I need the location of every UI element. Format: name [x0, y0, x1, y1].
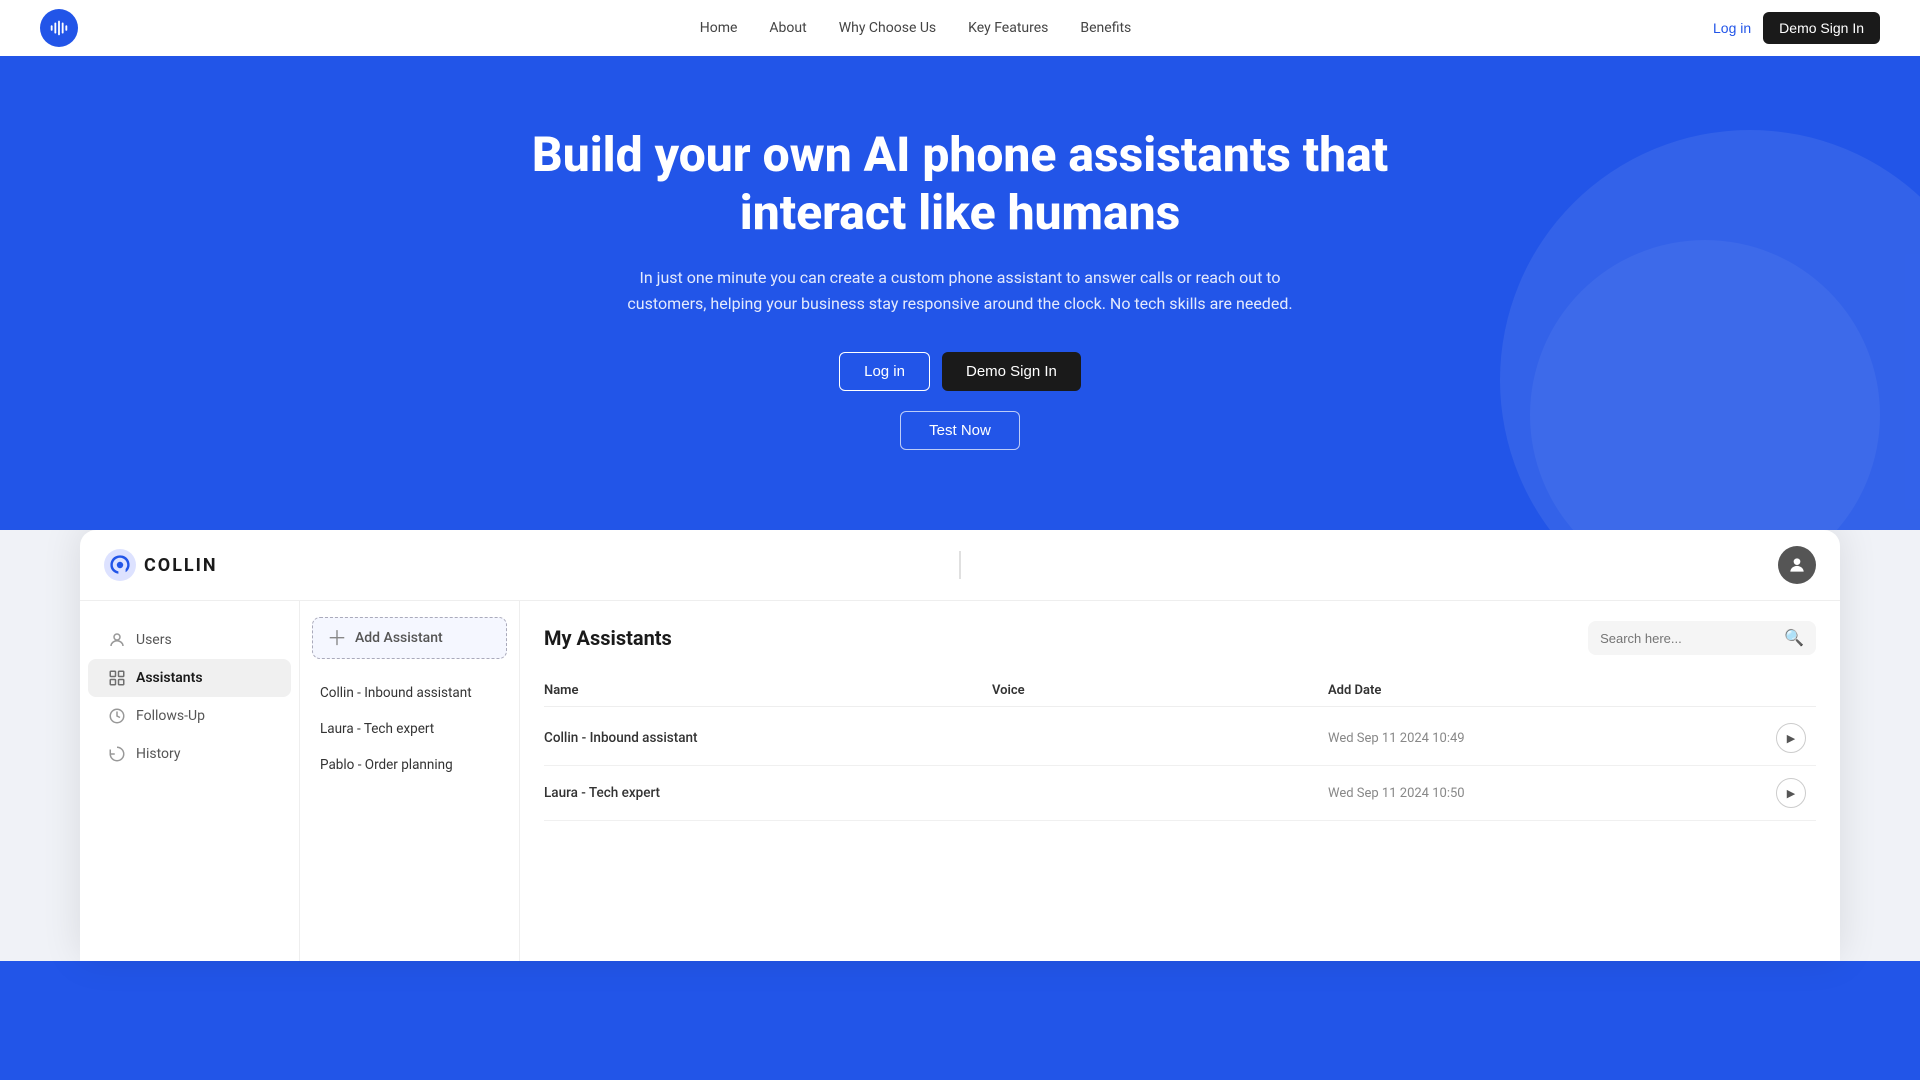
sidebar-item-history[interactable]: History: [88, 735, 291, 773]
sidebar-label-history: History: [136, 746, 181, 762]
hero-headline: Build your own AI phone assistants that …: [530, 126, 1390, 241]
table-row: Laura - Tech expert Wed Sep 11 2024 10:5…: [544, 766, 1816, 821]
navbar-actions: Log in Demo Sign In: [1713, 12, 1880, 44]
nav-home[interactable]: Home: [700, 20, 738, 36]
sidebar-item-assistants[interactable]: Assistants: [88, 659, 291, 697]
col-name: Name: [544, 683, 992, 698]
dashboard-card: COLLIN Users: [80, 530, 1840, 961]
my-assistants-header: My Assistants 🔍: [544, 621, 1816, 655]
row-date-0: Wed Sep 11 2024 10:49: [1328, 731, 1776, 746]
brand-name: COLLIN: [144, 555, 218, 576]
col-action: [1776, 683, 1816, 698]
navbar-demo-button[interactable]: Demo Sign In: [1763, 12, 1880, 44]
header-divider: [959, 551, 961, 579]
row-name-1: Laura - Tech expert: [544, 785, 992, 801]
hero-login-button[interactable]: Log in: [839, 352, 930, 391]
play-button-0[interactable]: ▶: [1776, 723, 1806, 753]
col-voice: Voice: [992, 683, 1328, 698]
dashboard-wrapper: COLLIN Users: [0, 530, 1920, 961]
list-item[interactable]: Pablo - Order planning: [300, 747, 519, 783]
sidebar-item-users[interactable]: Users: [88, 621, 291, 659]
avatar-icon: [1787, 555, 1807, 575]
hero-buttons: Log in Demo Sign In: [20, 352, 1900, 391]
sidebar-label-assistants: Assistants: [136, 670, 203, 686]
sidebar: Users Assistants Follows-Up: [80, 601, 300, 961]
soundwave-icon: [48, 17, 70, 39]
list-item[interactable]: Collin - Inbound assistant: [300, 675, 519, 711]
dash-header: COLLIN: [80, 530, 1840, 601]
sidebar-item-followsup[interactable]: Follows-Up: [88, 697, 291, 735]
row-action-1: ▶: [1776, 778, 1816, 808]
hero-demo-button[interactable]: Demo Sign In: [942, 352, 1081, 391]
plus-icon: ＋: [327, 628, 347, 648]
row-date-1: Wed Sep 11 2024 10:50: [1328, 786, 1776, 801]
row-name-0: Collin - Inbound assistant: [544, 730, 992, 746]
table-row: Collin - Inbound assistant Wed Sep 11 20…: [544, 711, 1816, 766]
assistant-name-0: Collin - Inbound assistant: [320, 685, 472, 701]
hero-test-button[interactable]: Test Now: [900, 411, 1020, 450]
hero-section: Build your own AI phone assistants that …: [0, 56, 1920, 530]
nav-links: Home About Why Choose Us Key Features Be…: [118, 20, 1713, 36]
history-icon: [108, 745, 126, 763]
main-content: My Assistants 🔍 Name Voice Add Date Coll…: [520, 601, 1840, 961]
bg-circle-1: [1500, 130, 1920, 530]
logo: [40, 9, 78, 47]
followup-icon: [108, 707, 126, 725]
nav-about[interactable]: About: [769, 20, 806, 36]
my-assistants-title: My Assistants: [544, 626, 672, 650]
dash-body: Users Assistants Follows-Up: [80, 601, 1840, 961]
sidebar-label-users: Users: [136, 632, 172, 648]
sidebar-label-followsup: Follows-Up: [136, 708, 205, 724]
add-assistant-label: Add Assistant: [355, 630, 443, 646]
col-date: Add Date: [1328, 683, 1776, 698]
assistant-name-2: Pablo - Order planning: [320, 757, 453, 773]
add-assistant-button[interactable]: ＋ Add Assistant: [312, 617, 507, 659]
search-input[interactable]: [1600, 631, 1776, 646]
logo-icon: [40, 9, 78, 47]
hero-test-wrapper: Test Now: [20, 411, 1900, 450]
list-item[interactable]: Laura - Tech expert: [300, 711, 519, 747]
user-icon: [108, 631, 126, 649]
nav-why[interactable]: Why Choose Us: [839, 20, 936, 36]
hero-subtext: In just one minute you can create a cust…: [600, 265, 1320, 316]
play-button-1[interactable]: ▶: [1776, 778, 1806, 808]
assistant-name-1: Laura - Tech expert: [320, 721, 434, 737]
nav-benefits[interactable]: Benefits: [1080, 20, 1131, 36]
assistants-panel: ＋ Add Assistant Collin - Inbound assista…: [300, 601, 520, 961]
collin-logo-icon: [104, 549, 136, 581]
table-header: Name Voice Add Date: [544, 675, 1816, 707]
assistants-icon: [108, 669, 126, 687]
search-button[interactable]: 🔍: [1784, 628, 1804, 648]
collin-logo: COLLIN: [104, 549, 218, 581]
user-avatar[interactable]: [1778, 546, 1816, 584]
row-action-0: ▶: [1776, 723, 1816, 753]
nav-features[interactable]: Key Features: [968, 20, 1048, 36]
navbar: Home About Why Choose Us Key Features Be…: [0, 0, 1920, 56]
navbar-login-button[interactable]: Log in: [1713, 20, 1751, 36]
search-box: 🔍: [1588, 621, 1816, 655]
